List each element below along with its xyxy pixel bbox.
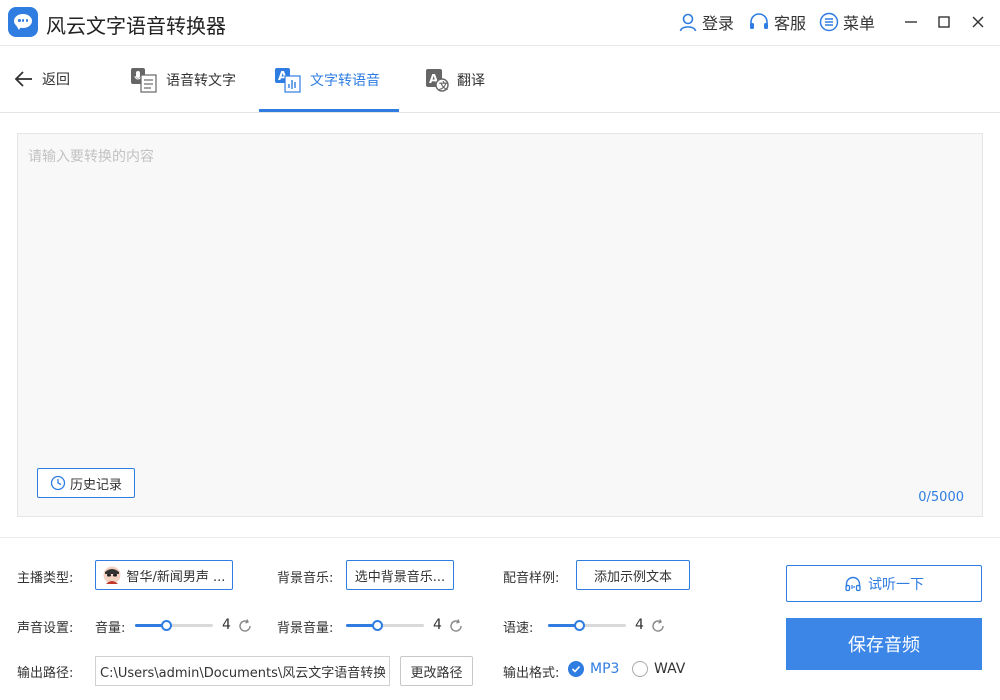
output-path-field[interactable] bbox=[95, 656, 390, 686]
volume-label: 音量: bbox=[95, 621, 126, 636]
maximize-button[interactable] bbox=[932, 10, 956, 34]
tab-text-to-speech[interactable]: A 文字转语音 bbox=[274, 47, 380, 113]
headphones-icon bbox=[845, 576, 861, 591]
text-to-speech-icon: A bbox=[275, 68, 301, 93]
headset-icon bbox=[750, 13, 768, 29]
volume-value: 4 bbox=[222, 617, 231, 633]
svg-text:文: 文 bbox=[438, 80, 449, 92]
add-sample-text-button[interactable]: 添加示例文本 bbox=[576, 560, 690, 590]
history-button[interactable]: 历史记录 bbox=[37, 468, 135, 498]
active-tab-indicator bbox=[259, 109, 399, 112]
divider bbox=[0, 537, 1000, 538]
back-button[interactable]: 返回 bbox=[14, 69, 70, 89]
change-path-label: 更改路径 bbox=[410, 665, 463, 681]
slider-knob[interactable] bbox=[372, 620, 384, 631]
output-path-label: 输出路径: bbox=[17, 666, 74, 681]
customer-service-button[interactable]: 客服 bbox=[748, 11, 806, 33]
volume-slider[interactable] bbox=[135, 618, 213, 632]
menu-label: 菜单 bbox=[843, 14, 876, 33]
user-icon bbox=[679, 13, 697, 32]
login-label: 登录 bbox=[702, 14, 735, 33]
radio-empty-icon bbox=[632, 661, 648, 677]
anchor-value: 智华/新闻男声 ... bbox=[126, 569, 226, 585]
maximize-icon bbox=[938, 16, 950, 28]
minimize-icon bbox=[905, 21, 917, 23]
translate-icon: A文 bbox=[426, 69, 449, 92]
menu-button[interactable]: 菜单 bbox=[819, 11, 875, 33]
sample-label: 配音样例: bbox=[503, 571, 560, 586]
reset-speed-icon[interactable] bbox=[650, 618, 666, 634]
output-format-label: 输出格式: bbox=[503, 666, 560, 681]
preview-label: 试听一下 bbox=[868, 576, 924, 593]
speed-value: 4 bbox=[635, 617, 644, 633]
select-bg-music-button[interactable]: 选中背景音乐... bbox=[346, 560, 454, 590]
add-sample-text-label: 添加示例文本 bbox=[593, 569, 672, 585]
anchor-select-button[interactable]: 智华/新闻男声 ... bbox=[95, 560, 233, 590]
text-editor-area: 历史记录 0/5000 bbox=[17, 133, 983, 517]
tab-bar: 返回 语音转文字 A 文字转语音 A文 翻译 bbox=[0, 47, 1000, 113]
app-title: 风云文字语音转换器 bbox=[46, 14, 226, 38]
bg-volume-value: 4 bbox=[433, 617, 442, 633]
slider-knob[interactable] bbox=[574, 620, 586, 631]
bg-volume-label: 背景音量: bbox=[277, 621, 334, 636]
speed-label: 语速: bbox=[503, 621, 534, 636]
save-audio-button[interactable]: 保存音频 bbox=[786, 618, 982, 670]
history-label: 历史记录 bbox=[69, 477, 122, 493]
menu-icon bbox=[819, 12, 839, 32]
clock-icon bbox=[50, 475, 66, 491]
format-wav-radio[interactable]: WAV bbox=[632, 661, 685, 677]
service-label: 客服 bbox=[774, 14, 807, 33]
select-bg-music-label: 选中背景音乐... bbox=[354, 569, 446, 585]
close-icon bbox=[972, 16, 984, 28]
back-label: 返回 bbox=[42, 72, 70, 88]
reset-volume-icon[interactable] bbox=[237, 618, 253, 634]
tab-label: 语音转文字 bbox=[166, 73, 236, 89]
avatar-icon bbox=[103, 566, 121, 584]
anchor-type-label: 主播类型: bbox=[17, 571, 74, 586]
change-path-button[interactable]: 更改路径 bbox=[400, 656, 473, 686]
bg-volume-slider[interactable] bbox=[346, 618, 424, 632]
title-bar: 风云文字语音转换器 登录 客服 菜单 bbox=[0, 0, 1000, 46]
char-counter: 0/5000 bbox=[918, 490, 964, 505]
minimize-button[interactable] bbox=[899, 10, 923, 34]
close-button[interactable] bbox=[966, 10, 990, 34]
tab-speech-to-text[interactable]: 语音转文字 bbox=[130, 47, 236, 113]
reset-bg-volume-icon[interactable] bbox=[448, 618, 464, 634]
checkmark-icon bbox=[568, 661, 584, 677]
format-wav-label: WAV bbox=[654, 661, 686, 677]
bg-music-label: 背景音乐: bbox=[277, 571, 334, 586]
preview-button[interactable]: 试听一下 bbox=[786, 565, 982, 602]
tab-label: 文字转语音 bbox=[310, 73, 380, 89]
text-input[interactable] bbox=[18, 134, 982, 516]
tab-label: 翻译 bbox=[457, 73, 485, 89]
sound-settings-label: 声音设置: bbox=[17, 621, 74, 636]
speech-to-text-icon bbox=[131, 68, 157, 93]
format-mp3-radio[interactable]: MP3 bbox=[568, 661, 619, 677]
tab-translate[interactable]: A文 翻译 bbox=[425, 47, 485, 113]
app-logo-icon bbox=[8, 7, 38, 37]
arrow-left-icon bbox=[14, 71, 32, 87]
speed-slider[interactable] bbox=[548, 618, 626, 632]
login-button[interactable]: 登录 bbox=[678, 11, 734, 33]
slider-knob[interactable] bbox=[161, 620, 173, 631]
format-mp3-label: MP3 bbox=[590, 661, 620, 677]
